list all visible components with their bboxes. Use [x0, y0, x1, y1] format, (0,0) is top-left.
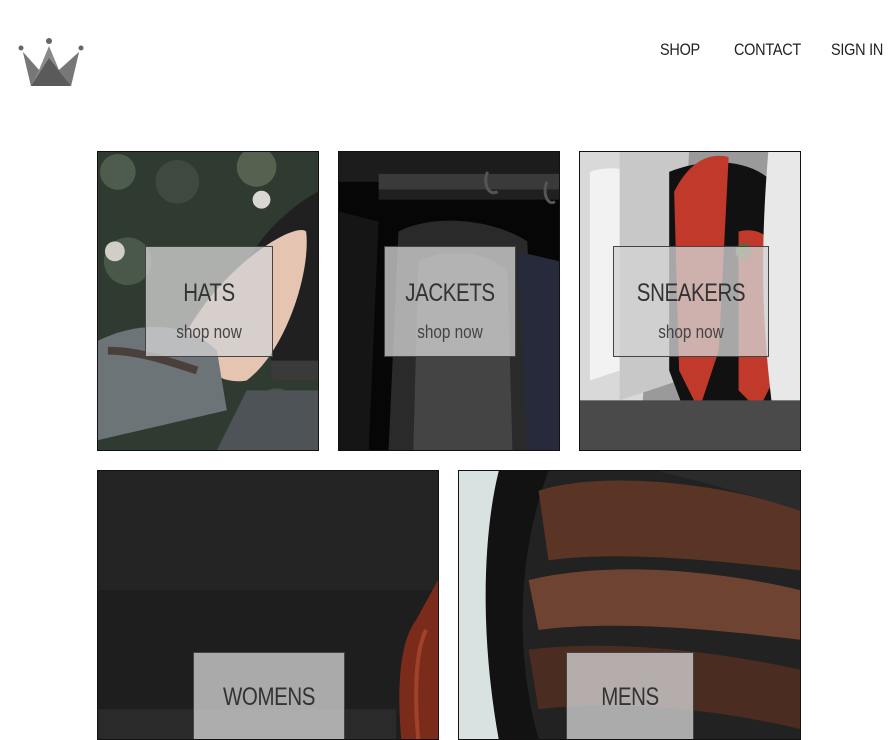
sneakers-label-box: SNEAKERS shop now — [613, 246, 769, 357]
category-card-mens[interactable]: MENS — [458, 470, 801, 740]
hats-title: HATS — [183, 279, 235, 307]
category-grid: HATS shop now JACKETS shop now SNEAKERS … — [0, 0, 892, 740]
jackets-label-box: JACKETS shop now — [384, 246, 516, 357]
sneakers-title: SNEAKERS — [636, 279, 746, 307]
hats-label-box: HATS shop now — [145, 246, 273, 357]
mens-title: MENS — [601, 683, 659, 711]
jackets-title: JACKETS — [405, 279, 495, 307]
category-card-sneakers[interactable]: SNEAKERS shop now — [579, 151, 801, 451]
sneakers-shop-now[interactable]: shop now — [626, 322, 757, 343]
womens-title: WOMENS — [222, 683, 316, 711]
jackets-shop-now[interactable]: shop now — [395, 322, 506, 343]
category-card-hats[interactable]: HATS shop now — [97, 151, 319, 451]
category-card-jackets[interactable]: JACKETS shop now — [338, 151, 560, 451]
category-card-womens[interactable]: WOMENS — [97, 470, 439, 740]
hats-shop-now[interactable]: shop now — [155, 322, 262, 343]
